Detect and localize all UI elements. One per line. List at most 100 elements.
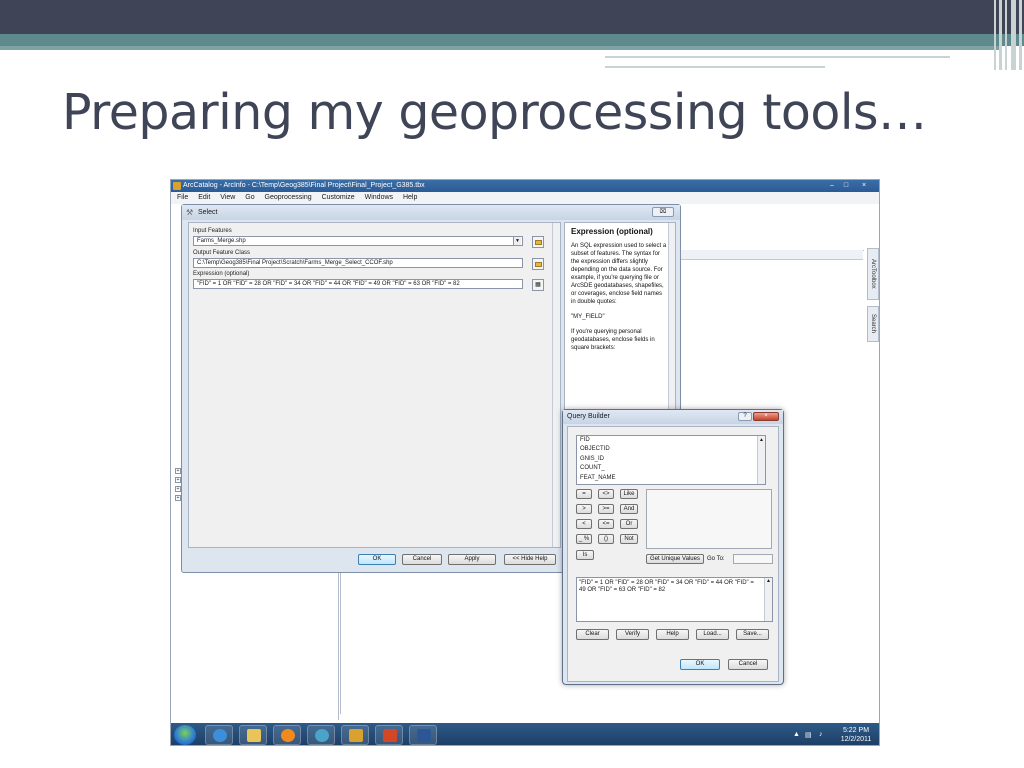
search-tab[interactable]: Search: [867, 306, 879, 342]
input-features-value: Farms_Merge.shp: [197, 238, 246, 244]
list-item[interactable]: FEAT_NAME: [580, 474, 765, 483]
query-builder-title: Query Builder: [567, 413, 610, 420]
verify-button[interactable]: Verify: [616, 629, 649, 640]
list-item[interactable]: FID: [580, 436, 765, 445]
select-dialog-close-button[interactable]: ⌧: [652, 207, 674, 217]
input-features-label: Input Features: [193, 228, 232, 234]
help-paragraph: If you're querying personal geodatabases…: [571, 329, 655, 351]
output-feature-class-field[interactable]: C:\Temp\Geog385\Final Project\Scratch\Fa…: [193, 258, 523, 268]
get-unique-values-button[interactable]: Get Unique Values: [646, 554, 704, 564]
arccatalog-app-icon: [173, 182, 181, 190]
clear-button[interactable]: Clear: [576, 629, 609, 640]
menu-view[interactable]: View: [220, 194, 235, 201]
not-button[interactable]: Not: [620, 534, 638, 544]
greater-equal-button[interactable]: >=: [598, 504, 614, 514]
start-button[interactable]: [174, 725, 196, 745]
sql-builder-button[interactable]: ▦: [532, 279, 544, 291]
clock-date: 12/2/2011: [840, 736, 872, 743]
input-features-field[interactable]: Farms_Merge.shp ▼: [193, 236, 523, 246]
help-icon[interactable]: ?: [738, 412, 752, 421]
unique-values-list[interactable]: [646, 489, 772, 549]
slide-right-bars: [992, 0, 1024, 70]
help-paragraph: An SQL expression used to select a subse…: [571, 243, 667, 305]
not-equal-button[interactable]: <>: [598, 489, 614, 499]
like-button[interactable]: Like: [620, 489, 638, 499]
windows-taskbar: ▲ ▤ ♪ 5:22 PM 12/2/2011: [171, 723, 879, 745]
and-button[interactable]: And: [620, 504, 638, 514]
taskbar-ie-button[interactable]: [205, 725, 233, 745]
go-to-input[interactable]: [733, 554, 773, 564]
equals-button[interactable]: =: [576, 489, 592, 499]
list-item[interactable]: OBJECTID: [580, 445, 765, 454]
help-heading: Expression (optional): [571, 227, 653, 236]
browse-output-button[interactable]: [532, 258, 544, 270]
ok-button[interactable]: OK: [358, 554, 396, 565]
arccatalog-screenshot: ArcCatalog - ArcInfo - C:\Temp\Geog385\F…: [170, 179, 880, 746]
folder-icon: [247, 729, 261, 742]
menu-geoprocessing[interactable]: Geoprocessing: [265, 194, 312, 201]
folder-icon: [535, 262, 542, 267]
go-to-label: Go To:: [707, 556, 725, 562]
less-equal-button[interactable]: <=: [598, 519, 614, 529]
taskbar-arccatalog-button[interactable]: [341, 725, 369, 745]
network-icon[interactable]: ▤: [805, 731, 812, 739]
greater-than-button[interactable]: >: [576, 504, 592, 514]
hide-help-button[interactable]: << Hide Help: [504, 554, 556, 565]
apply-button[interactable]: Apply: [448, 554, 496, 565]
taskbar-powerpoint-button[interactable]: [375, 725, 403, 745]
tray-arrow-icon[interactable]: ▲: [793, 731, 800, 738]
menu-windows[interactable]: Windows: [365, 194, 393, 201]
close-button[interactable]: ×: [853, 181, 875, 190]
hammer-icon: ⚒: [186, 208, 194, 217]
less-than-button[interactable]: <: [576, 519, 592, 529]
or-button[interactable]: Or: [620, 519, 638, 529]
menu-file[interactable]: File: [177, 194, 188, 201]
chevron-down-icon[interactable]: ▼: [513, 237, 521, 245]
taskbar-explorer-button[interactable]: [239, 725, 267, 745]
is-button[interactable]: Is: [576, 550, 594, 560]
list-item[interactable]: COUNT_: [580, 464, 765, 473]
expression-field[interactable]: "FID" = 1 OR "FID" = 28 OR "FID" = 34 OR…: [193, 279, 523, 289]
magnifier-icon: [315, 729, 329, 742]
slide-top-band: [0, 0, 1024, 34]
query-ok-button[interactable]: OK: [680, 659, 720, 670]
window-title-bar: ArcCatalog - ArcInfo - C:\Temp\Geog385\F…: [171, 180, 879, 192]
load-button[interactable]: Load...: [696, 629, 729, 640]
parameters-scrollbar[interactable]: [552, 223, 560, 547]
field-list: FID OBJECTID GNIS_ID COUNT_ FEAT_NAME ▲: [576, 435, 766, 485]
query-builder-dialog: Query Builder ? × FID OBJECTID GNIS_ID C…: [562, 409, 784, 685]
browse-input-button[interactable]: [532, 236, 544, 248]
query-builder-close-button[interactable]: ×: [753, 412, 779, 421]
select-dialog-title: Select: [198, 209, 218, 216]
slide-deco-line: [605, 66, 825, 68]
query-builder-title-bar: Query Builder ? ×: [563, 410, 783, 424]
taskbar-search-button[interactable]: [307, 725, 335, 745]
menu-customize[interactable]: Customize: [322, 194, 355, 201]
taskbar-clock[interactable]: 5:22 PM 12/2/2011: [836, 726, 876, 744]
taskbar-media-button[interactable]: [273, 725, 301, 745]
volume-icon[interactable]: ♪: [819, 731, 823, 738]
parentheses-button[interactable]: (): [598, 534, 614, 544]
wildcard-button[interactable]: _ %: [576, 534, 592, 544]
taskbar-word-button[interactable]: [409, 725, 437, 745]
save-button[interactable]: Save...: [736, 629, 769, 640]
tool-parameters-panel: Input Features Farms_Merge.shp ▼ Output …: [188, 222, 561, 548]
arctoolbox-tab[interactable]: ArcToolbox: [867, 248, 879, 300]
select-dialog-title-bar: ⚒ Select ⌧: [182, 205, 680, 220]
sql-scrollbar[interactable]: ▲: [764, 578, 772, 621]
sql-icon: ▦: [535, 282, 541, 288]
help-button[interactable]: Help: [656, 629, 689, 640]
menu-edit[interactable]: Edit: [198, 194, 210, 201]
help-example: "MY_FIELD": [571, 314, 605, 320]
sql-expression-box[interactable]: "FID" = 1 OR "FID" = 28 OR "FID" = 34 OR…: [576, 577, 773, 622]
query-cancel-button[interactable]: Cancel: [728, 659, 768, 670]
menu-help[interactable]: Help: [403, 194, 417, 201]
menu-go[interactable]: Go: [245, 194, 254, 201]
word-icon: [417, 729, 431, 742]
list-item[interactable]: GNIS_ID: [580, 455, 765, 464]
field-list-scrollbar[interactable]: ▲: [757, 436, 765, 484]
cancel-button[interactable]: Cancel: [402, 554, 442, 565]
menu-bar: File Edit View Go Geoprocessing Customiz…: [171, 192, 879, 204]
slide-title: Preparing my geoprocessing tools…: [62, 84, 927, 141]
folder-icon: [535, 240, 542, 245]
